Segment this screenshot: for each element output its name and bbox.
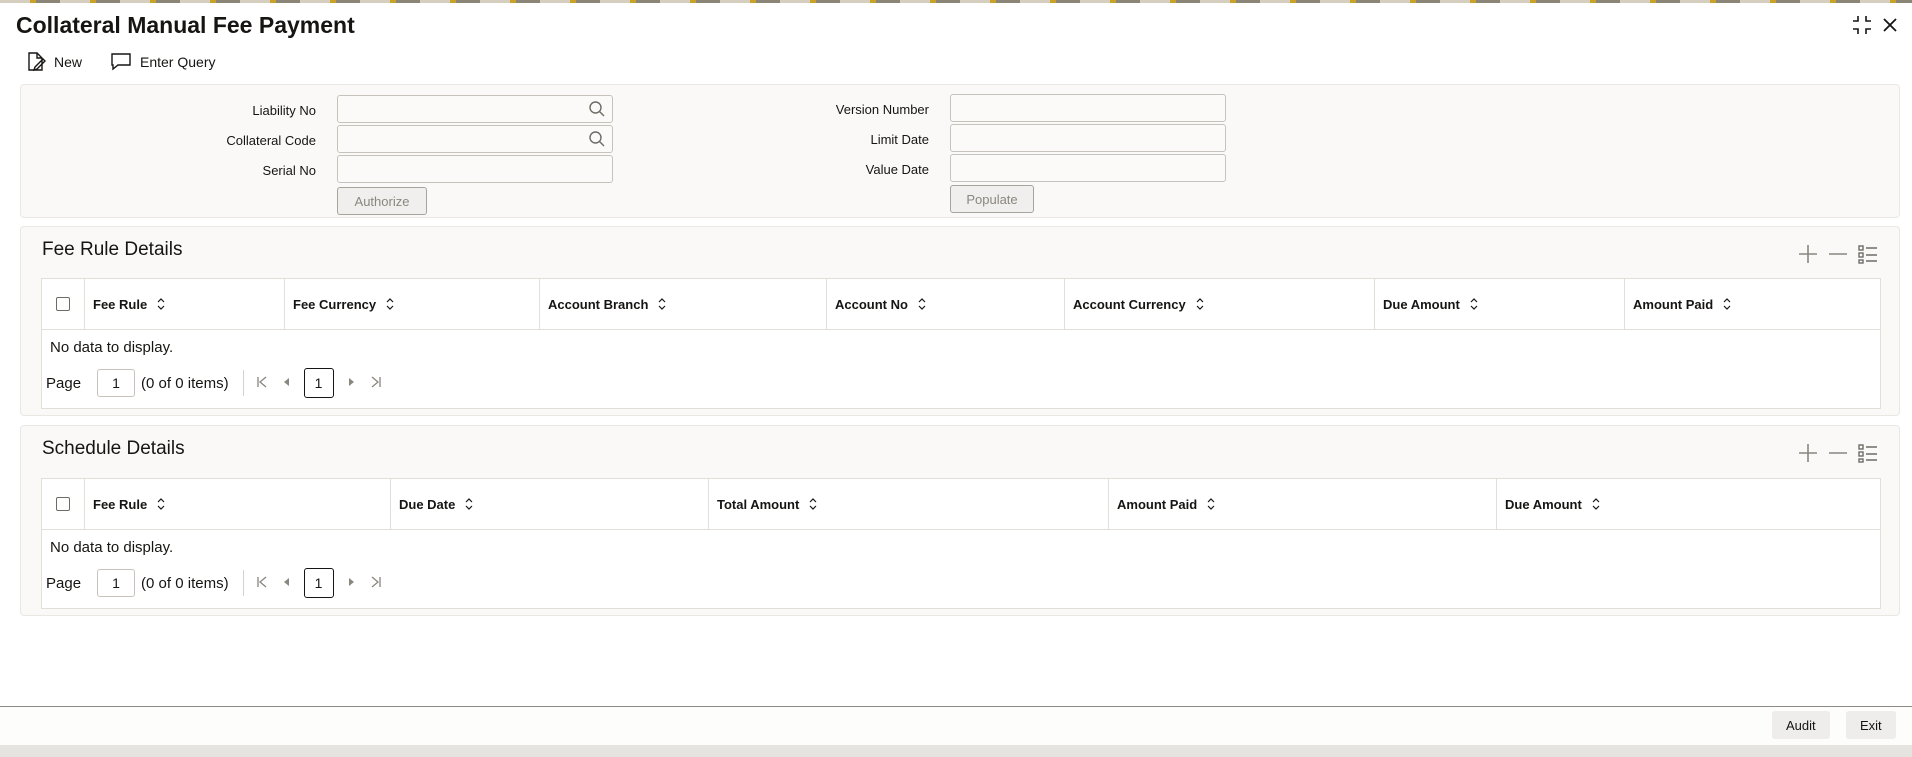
items-count: (0 of 0 items) [141,574,229,592]
sort-icon[interactable] [1592,498,1600,510]
page-title: Collateral Manual Fee Payment [16,12,355,38]
last-page-icon[interactable] [370,575,382,592]
value-date-label: Value Date [865,162,929,177]
list-view-icon[interactable] [1857,243,1879,270]
search-icon[interactable] [588,130,606,153]
plus-icon[interactable] [1797,442,1819,469]
footer-bar: Audit Exit [0,707,1912,745]
col-due-amount[interactable]: Due Amount [1496,479,1880,529]
bottom-status-bar [0,745,1912,757]
new-label: New [54,54,83,70]
col-amount-paid[interactable]: Amount Paid [1624,279,1880,329]
col-fee-currency[interactable]: Fee Currency [284,279,539,329]
sort-icon[interactable] [809,498,817,510]
next-page-icon[interactable] [348,575,356,592]
prev-page-icon[interactable] [282,575,290,592]
sort-icon[interactable] [157,298,165,310]
col-account-branch[interactable]: Account Branch [539,279,826,329]
first-page-icon[interactable] [256,375,268,392]
title-bar: Collateral Manual Fee Payment [0,3,1912,47]
value-date-input[interactable] [950,154,1226,182]
serial-no-input[interactable] [337,155,613,183]
authorize-button[interactable]: Authorize [337,187,427,215]
fee-rule-grid-header: Fee Rule Fee Currency Account Branch Acc… [42,279,1880,330]
exit-button[interactable]: Exit [1846,711,1896,739]
liability-no-input[interactable] [337,95,613,123]
serial-no-label: Serial No [262,163,316,178]
fee-rule-no-data: No data to display. [50,339,174,356]
sort-icon[interactable] [1470,298,1478,310]
minus-icon[interactable] [1827,442,1849,469]
version-number-label: Version Number [835,102,929,117]
liability-no-label: Liability No [252,103,316,118]
last-page-icon[interactable] [370,375,382,392]
page-input[interactable]: 1 [97,369,136,397]
search-icon[interactable] [588,100,606,123]
select-all-checkbox[interactable] [56,297,70,311]
items-count: (0 of 0 items) [141,374,229,392]
col-account-no[interactable]: Account No [826,279,1064,329]
col-amount-paid[interactable]: Amount Paid [1108,479,1496,529]
schedule-details-section: Schedule Details Fee Rule Due Date Total… [20,425,1900,616]
schedule-grid: Fee Rule Due Date Total Amount Amount Pa… [41,478,1881,609]
fee-rule-grid: Fee Rule Fee Currency Account Branch Acc… [41,278,1881,409]
new-button[interactable]: New [26,48,82,76]
close-icon[interactable] [1878,13,1902,37]
col-total-amount[interactable]: Total Amount [708,479,1108,529]
sort-icon[interactable] [465,498,473,510]
fee-rule-details-title: Fee Rule Details [42,239,183,260]
next-page-icon[interactable] [348,375,356,392]
page-input[interactable]: 1 [97,569,136,597]
page-label: Page [46,574,82,592]
version-number-input[interactable] [950,94,1226,122]
toolbar: New Enter Query [0,48,600,78]
sort-icon[interactable] [918,298,926,310]
col-account-currency[interactable]: Account Currency [1064,279,1374,329]
schedule-pager: Page 1 (0 of 0 items) 1 [42,564,1880,602]
enter-query-label: Enter Query [140,54,216,70]
list-view-icon[interactable] [1857,442,1879,469]
sort-icon[interactable] [1723,298,1731,310]
sort-icon[interactable] [1196,298,1204,310]
col-due-date[interactable]: Due Date [390,479,708,529]
schedule-grid-header: Fee Rule Due Date Total Amount Amount Pa… [42,479,1880,530]
audit-button[interactable]: Audit [1772,711,1830,739]
fee-rule-details-section: Fee Rule Details Fee Rule Fee Currency A… [20,226,1900,416]
new-document-icon [28,52,46,72]
col-due-amount[interactable]: Due Amount [1374,279,1624,329]
minus-icon[interactable] [1827,243,1849,270]
chat-bubble-icon [111,53,131,71]
sort-icon[interactable] [157,498,165,510]
populate-button[interactable]: Populate [950,185,1034,213]
collateral-code-input[interactable] [337,125,613,153]
current-page[interactable]: 1 [303,568,334,598]
col-fee-rule[interactable]: Fee Rule [84,279,284,329]
page-label: Page [46,374,82,392]
prev-page-icon[interactable] [282,375,290,392]
header-form-panel: Liability No Collateral Code Serial No A… [20,84,1900,218]
select-all-checkbox-cell [42,279,84,329]
select-all-checkbox[interactable] [56,497,70,511]
first-page-icon[interactable] [256,575,268,592]
schedule-no-data: No data to display. [50,539,174,556]
sort-icon[interactable] [1207,498,1215,510]
collateral-code-label: Collateral Code [226,133,316,148]
enter-query-button[interactable]: Enter Query [110,48,215,76]
collapse-icon[interactable] [1850,13,1874,37]
limit-date-input[interactable] [950,124,1226,152]
schedule-details-title: Schedule Details [42,438,185,459]
plus-icon[interactable] [1797,243,1819,270]
limit-date-label: Limit Date [870,132,929,147]
sort-icon[interactable] [386,298,394,310]
fee-rule-pager: Page 1 (0 of 0 items) 1 [42,364,1880,402]
col-fee-rule[interactable]: Fee Rule [84,479,390,529]
select-all-checkbox-cell [42,479,84,529]
current-page[interactable]: 1 [303,368,334,398]
sort-icon[interactable] [658,298,666,310]
